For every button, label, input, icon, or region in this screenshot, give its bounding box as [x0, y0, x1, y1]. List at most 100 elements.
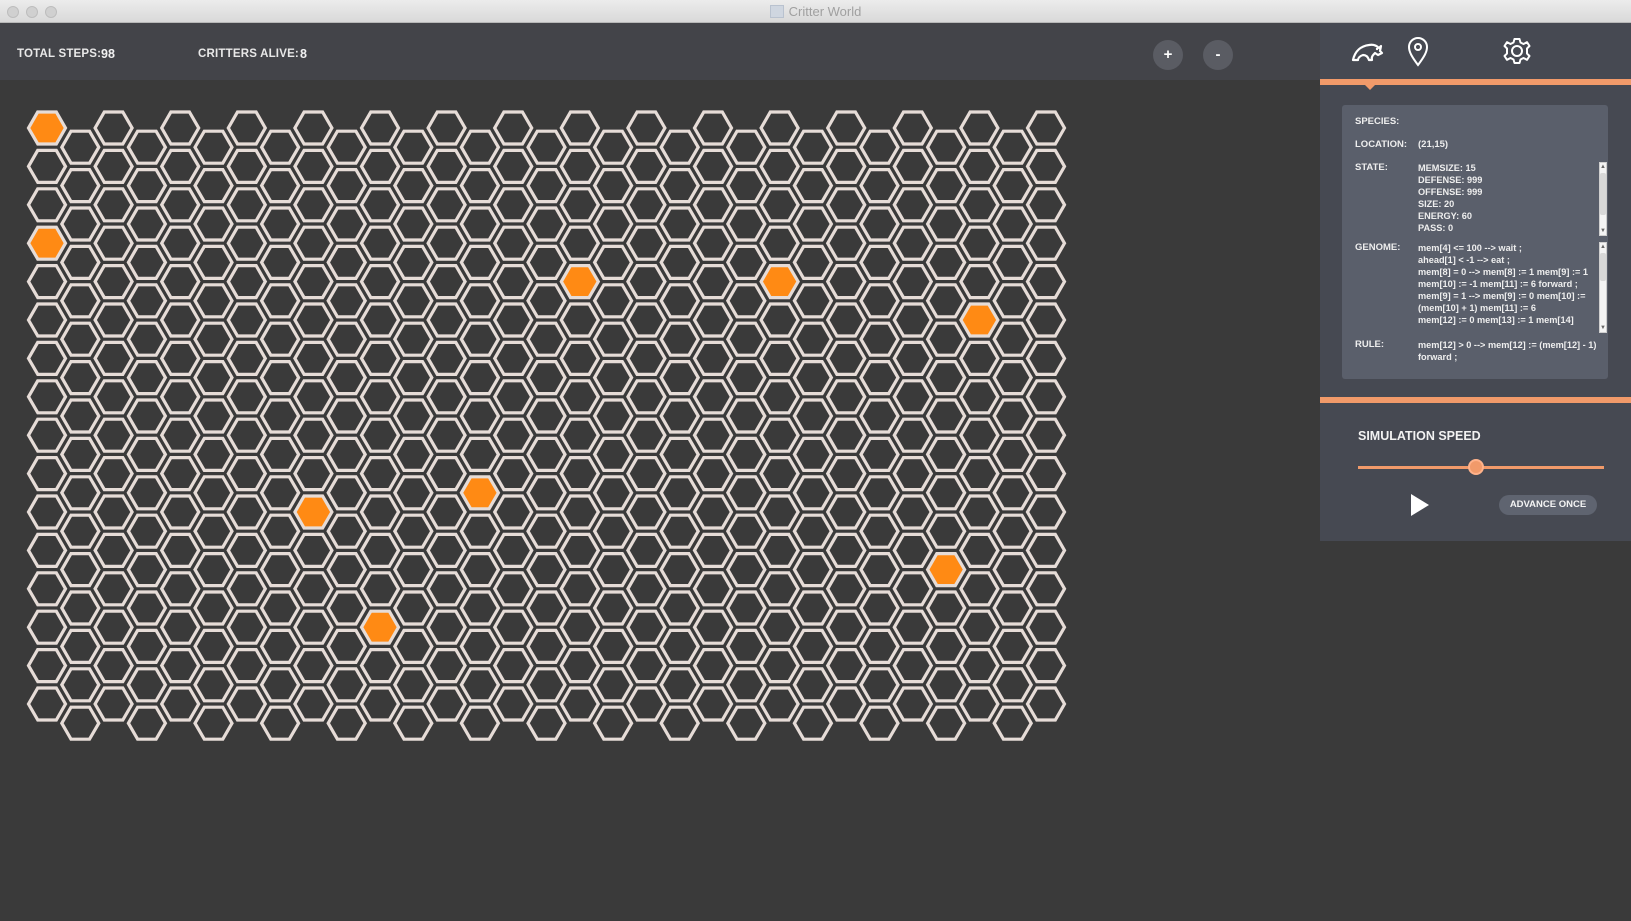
hex-cell[interactable]: [492, 647, 534, 684]
hex-cell[interactable]: [759, 571, 800, 607]
hex-cell[interactable]: [259, 244, 301, 280]
hex-cell[interactable]: [1025, 647, 1067, 684]
hex-cell[interactable]: [859, 360, 900, 396]
hex-cell[interactable]: [326, 590, 368, 626]
hex-cell[interactable]: [992, 398, 1034, 434]
hex-cell[interactable]: [992, 513, 1034, 549]
hex-cell[interactable]: [492, 532, 534, 568]
hex-cell[interactable]: [859, 244, 900, 280]
scroll-down-icon[interactable]: ▼: [1600, 227, 1606, 235]
hex-cell[interactable]: [59, 283, 101, 319]
hex-cell[interactable]: [293, 148, 334, 185]
hex-cell[interactable]: [492, 571, 534, 607]
hex-cell[interactable]: [159, 340, 201, 376]
genome-scrollbar[interactable]: ▲ ▼: [1599, 242, 1607, 333]
hex-cell[interactable]: [925, 129, 967, 165]
hex-cell[interactable]: [293, 340, 334, 376]
hex-cell[interactable]: [626, 494, 667, 530]
hex-cell[interactable]: [559, 379, 601, 415]
hex-cell[interactable]: [526, 628, 567, 665]
hex-cell[interactable]: [259, 705, 301, 741]
hex-cell[interactable]: [692, 494, 734, 530]
hex-cell[interactable]: [725, 552, 767, 588]
hex-cell[interactable]: [592, 167, 634, 204]
hex-cell[interactable]: [59, 244, 101, 280]
critter-cell[interactable]: [959, 302, 1000, 338]
hex-cell[interactable]: [959, 187, 1000, 223]
hex-cell[interactable]: [359, 148, 401, 185]
hex-cell[interactable]: [459, 167, 501, 204]
hex-cell[interactable]: [759, 187, 800, 223]
hex-cell[interactable]: [392, 360, 434, 396]
hex-cell[interactable]: [159, 686, 201, 722]
hex-cell[interactable]: [959, 110, 1000, 146]
hex-cell[interactable]: [1025, 456, 1067, 492]
hex-cell[interactable]: [26, 647, 68, 684]
hex-cell[interactable]: [59, 552, 101, 588]
hex-cell[interactable]: [93, 225, 134, 261]
simulation-speed-thumb[interactable]: [1468, 459, 1485, 475]
hex-cell[interactable]: [725, 360, 767, 396]
hex-cell[interactable]: [259, 475, 301, 511]
hex-cell[interactable]: [759, 686, 800, 722]
hex-cell[interactable]: [659, 667, 701, 703]
hex-cell[interactable]: [692, 264, 734, 300]
hex-cell[interactable]: [359, 264, 401, 300]
hex-cell[interactable]: [526, 321, 567, 357]
hex-cell[interactable]: [925, 167, 967, 204]
hex-cell[interactable]: [725, 475, 767, 511]
hex-cell[interactable]: [492, 225, 534, 261]
hex-cell[interactable]: [259, 206, 301, 242]
hex-cell[interactable]: [326, 283, 368, 319]
hex-cell[interactable]: [59, 129, 101, 165]
hex-cell[interactable]: [692, 110, 734, 146]
hex-cell[interactable]: [359, 532, 401, 568]
hex-cell[interactable]: [692, 609, 734, 645]
hex-cell[interactable]: [93, 494, 134, 530]
hex-cell[interactable]: [326, 705, 368, 741]
hex-cell[interactable]: [825, 417, 867, 453]
hex-cell[interactable]: [1025, 571, 1067, 607]
hex-cell[interactable]: [26, 148, 68, 185]
hex-cell[interactable]: [359, 187, 401, 223]
hex-cell[interactable]: [126, 513, 168, 549]
hex-cell[interactable]: [492, 148, 534, 185]
hex-cell[interactable]: [93, 571, 134, 607]
hex-cell[interactable]: [659, 360, 701, 396]
hex-cell[interactable]: [592, 590, 634, 626]
hex-cell[interactable]: [559, 571, 601, 607]
hex-cell[interactable]: [559, 110, 601, 146]
hex-cell[interactable]: [825, 379, 867, 415]
hex-cell[interactable]: [659, 167, 701, 204]
hex-cell[interactable]: [992, 244, 1034, 280]
hex-cell[interactable]: [326, 513, 368, 549]
hex-cell[interactable]: [659, 552, 701, 588]
hex-cell[interactable]: [26, 609, 68, 645]
hex-cell[interactable]: [159, 302, 201, 338]
hex-cell[interactable]: [459, 129, 501, 165]
hex-cell[interactable]: [792, 206, 834, 242]
critter-cell[interactable]: [559, 264, 601, 300]
hex-cell[interactable]: [725, 206, 767, 242]
hex-cell[interactable]: [692, 417, 734, 453]
hex-cell[interactable]: [93, 417, 134, 453]
hex-cell[interactable]: [392, 475, 434, 511]
hex-cell[interactable]: [925, 283, 967, 319]
hex-cell[interactable]: [992, 628, 1034, 665]
hex-cell[interactable]: [992, 129, 1034, 165]
hex-cell[interactable]: [459, 360, 501, 396]
hex-cell[interactable]: [659, 206, 701, 242]
hex-cell[interactable]: [592, 513, 634, 549]
hex-cell[interactable]: [359, 340, 401, 376]
hex-cell[interactable]: [959, 571, 1000, 607]
hex-cell[interactable]: [825, 302, 867, 338]
hex-cell[interactable]: [59, 360, 101, 396]
critter-cell[interactable]: [26, 225, 68, 261]
hex-cell[interactable]: [825, 647, 867, 684]
hex-cell[interactable]: [825, 148, 867, 185]
hex-cell[interactable]: [759, 379, 800, 415]
hex-cell[interactable]: [825, 494, 867, 530]
hex-cell[interactable]: [759, 225, 800, 261]
hex-cell[interactable]: [93, 148, 134, 185]
hex-cell[interactable]: [259, 590, 301, 626]
